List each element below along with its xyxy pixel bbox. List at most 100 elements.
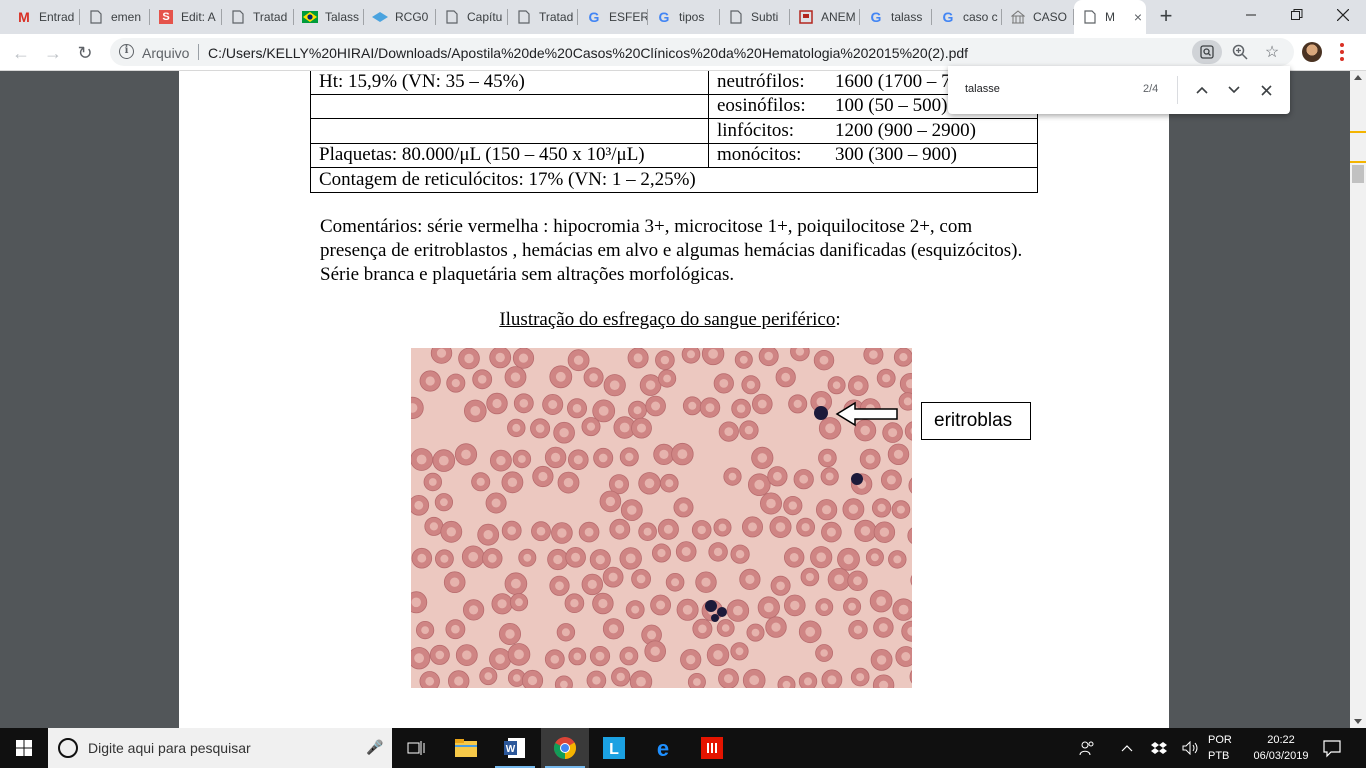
l-app-icon: L: [603, 737, 625, 759]
l-app-button[interactable]: L: [590, 728, 638, 768]
find-next-button[interactable]: [1222, 78, 1246, 102]
bookmark-star-icon[interactable]: ☆: [1262, 42, 1282, 62]
dropbox-icon[interactable]: [1148, 728, 1170, 768]
rbc-pallor: [608, 572, 618, 582]
tab-close-icon[interactable]: ×: [1130, 9, 1146, 25]
illustration-title: Ilustração do esfregaço do sangue perifé…: [320, 309, 1020, 331]
new-tab-button[interactable]: +: [1154, 5, 1178, 29]
document-icon: [88, 9, 104, 25]
vertical-scrollbar[interactable]: [1350, 71, 1366, 728]
lab-left-cell: Ht: 15,9% (VN: 35 – 45%): [310, 71, 709, 95]
reload-button[interactable]: ↻: [72, 40, 98, 66]
chrome-button[interactable]: [541, 728, 589, 768]
url-text[interactable]: C:/Users/KELLY%20HIRAI/Downloads/Apostil…: [208, 45, 968, 61]
rbc-pallor: [766, 498, 776, 509]
rbc-pallor: [511, 578, 521, 589]
find-close-button[interactable]: [1254, 78, 1278, 102]
restore-button[interactable]: [1274, 0, 1320, 30]
tab[interactable]: S Edit: A: [150, 0, 222, 34]
rbc-pallor: [748, 522, 757, 532]
rbc-pallor: [595, 555, 605, 565]
rbc-pallor: [609, 380, 620, 390]
rbc-pallor: [804, 677, 812, 686]
rbc-pallor: [573, 455, 583, 465]
word-button[interactable]: W: [491, 728, 539, 768]
microphone-icon[interactable]: 🎤: [366, 739, 383, 756]
forward-button[interactable]: →: [40, 40, 66, 66]
taskbar-search[interactable]: Digite aqui para pesquisar 🎤: [48, 728, 392, 768]
rbc-pallor: [757, 399, 767, 409]
rbc-pallor: [790, 600, 800, 611]
people-icon[interactable]: [1076, 728, 1098, 768]
browser-menu-button[interactable]: [1332, 40, 1352, 64]
rbc-pallor: [871, 553, 879, 562]
start-button[interactable]: [0, 728, 48, 768]
rbc-pallor: [776, 581, 785, 591]
comments-paragraph: Comentários: série vermelha : hipocromia…: [320, 216, 1023, 285]
tab[interactable]: Capítu: [436, 0, 508, 34]
zoom-icon[interactable]: [1230, 42, 1250, 62]
rbc-pallor: [843, 554, 854, 565]
tab[interactable]: Tratad: [222, 0, 294, 34]
tab[interactable]: ANEM: [790, 0, 860, 34]
tab[interactable]: M Entrad: [8, 0, 80, 34]
tab[interactable]: Gtalass: [860, 0, 932, 34]
tab[interactable]: Tratad: [508, 0, 578, 34]
rbc-pallor: [693, 678, 701, 686]
tab-label: caso c: [963, 10, 998, 24]
system-clock[interactable]: 20:22 06/03/2019: [1246, 732, 1316, 764]
rbc-pallor: [832, 381, 841, 389]
minimize-button[interactable]: [1228, 0, 1274, 30]
arrow-right-icon: →: [44, 42, 62, 63]
google-icon: G: [870, 9, 882, 25]
svg-text:L: L: [609, 741, 619, 758]
tab[interactable]: Talass: [294, 0, 364, 34]
rbc-pallor: [573, 355, 584, 365]
show-hidden-icons-chevron-up-icon[interactable]: [1116, 728, 1138, 768]
info-icon[interactable]: i: [119, 44, 134, 59]
close-icon: [1337, 9, 1349, 21]
rbc-pallor: [893, 449, 904, 459]
rbc-pallor: [816, 552, 826, 562]
red-app-button[interactable]: [688, 728, 736, 768]
action-center-button[interactable]: [1322, 738, 1342, 758]
profile-avatar[interactable]: [1302, 42, 1322, 62]
rbc-pallor: [708, 349, 718, 359]
tab[interactable]: Gtipos: [648, 0, 720, 34]
lab-row: eosinófilos: 100 (50 – 500): [310, 93, 1038, 119]
file-explorer-button[interactable]: [442, 728, 490, 768]
scroll-up-arrow[interactable]: [1354, 75, 1362, 80]
reload-icon: ↻: [77, 42, 93, 63]
notification-icon: [1323, 740, 1341, 758]
rbc-pallor: [625, 452, 634, 461]
address-bar[interactable]: i Arquivo C:/Users/KELLY%20HIRAI/Downloa…: [110, 38, 1294, 66]
input-language[interactable]: POR PTB: [1208, 732, 1242, 764]
close-window-button[interactable]: [1320, 0, 1366, 30]
rbc-pallor: [548, 400, 558, 409]
rbc-pallor: [538, 471, 548, 482]
scroll-down-arrow[interactable]: [1354, 719, 1362, 724]
rbc-pallor: [523, 553, 532, 562]
volume-icon[interactable]: [1180, 728, 1202, 768]
tab[interactable]: RCG0: [364, 0, 436, 34]
find-previous-button[interactable]: [1190, 78, 1214, 102]
find-input[interactable]: talasse: [965, 83, 1000, 95]
tab-label: RCG0: [395, 10, 429, 24]
rbc-pallor: [636, 676, 646, 687]
tab[interactable]: Subti: [720, 0, 790, 34]
back-button[interactable]: ←: [8, 40, 34, 66]
rbc-pallor: [781, 372, 791, 382]
illustration-title-colon: :: [835, 309, 841, 330]
rbc-pallor: [663, 524, 673, 534]
pdf-viewer: Ht: 15,9% (VN: 35 – 45%) neutrófilos: 1600…: [0, 71, 1350, 728]
tab[interactable]: emen: [80, 0, 150, 34]
tab[interactable]: G ESFER: [578, 0, 648, 34]
rbc-pallor: [801, 523, 810, 532]
task-view-button[interactable]: [392, 728, 440, 768]
scrollbar-thumb[interactable]: [1352, 165, 1364, 183]
tab-active[interactable]: M ×: [1074, 0, 1146, 34]
tab[interactable]: CASO: [1002, 0, 1074, 34]
tab[interactable]: Gcaso c: [932, 0, 1002, 34]
edge-button[interactable]: e: [639, 728, 687, 768]
find-in-page-icon[interactable]: [1192, 40, 1222, 64]
